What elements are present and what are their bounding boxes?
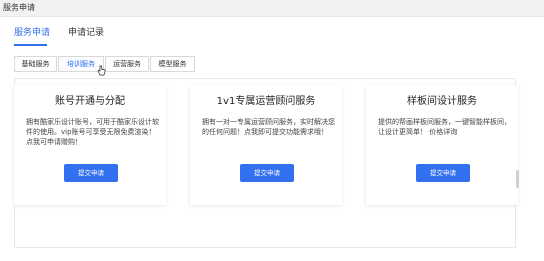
hand-pointer-icon — [97, 65, 106, 76]
card-description: 拥有酷家乐设计账号，可用于酷家乐设计软 件的使用。vip账号可享受无限免费渲染！… — [26, 117, 159, 147]
card-description: 拥有一对一专属运营顾问服务，实时解决您 的任何问题！点我即可提交功能需求哦！ — [202, 117, 335, 137]
card-desc-line: 的任何问题！点我即可提交功能需求哦！ — [202, 128, 328, 136]
card-title: 账号开通与分配 — [55, 96, 125, 107]
card-desc-line: 拥有一对一专属运营顾问服务，实时解决您 — [202, 118, 335, 126]
active-tab-underline — [14, 44, 47, 46]
tab-apply-records[interactable]: 申请记录 — [68, 27, 104, 39]
card-title: 样板间设计服务 — [407, 96, 477, 107]
scrollbar-thumb[interactable] — [516, 170, 519, 188]
window-titlebar: 服务申请 — [0, 0, 544, 17]
submit-apply-button-consultant[interactable]: 提交申请 — [240, 164, 294, 182]
card-desc-line: 提供的帮画样板间服务，一键智能样板间， — [378, 118, 511, 126]
subtab-operation-service[interactable]: 运营服务 — [105, 56, 149, 72]
service-card-showroom: 样板间设计服务 提供的帮画样板间服务，一键智能样板间， 让设计更简单！ 价格详询 — [366, 85, 518, 205]
card-desc-line: 点我可申请赠购！ — [26, 138, 82, 146]
card-title: 1v1专属运营顾问服务 — [216, 96, 316, 107]
subtab-basic-service[interactable]: 基础服务 — [14, 56, 57, 72]
card-desc-line: 拥有酷家乐设计账号，可用于酷家乐设计软 — [26, 118, 159, 126]
submit-apply-button-showroom[interactable]: 提交申请 — [416, 164, 470, 182]
main-tabs: 服务申请 申请记录 — [0, 17, 544, 47]
subtab-model-service[interactable]: 模型服务 — [150, 56, 195, 72]
card-desc-line: 让设计更简单！ 价格详询 — [378, 128, 458, 136]
service-card-consultant: 1v1专属运营顾问服务 拥有一对一专属运营顾问服务，实时解决您 的任何问题！点我… — [190, 85, 342, 205]
window-title: 服务申请 — [3, 3, 35, 12]
submit-apply-button-account[interactable]: 提交申请 — [64, 164, 118, 182]
card-description: 提供的帮画样板间服务，一键智能样板间， 让设计更简单！ 价格详询 — [378, 117, 511, 137]
card-desc-line: 件的使用。vip账号可享受无限免费渲染！ — [26, 128, 156, 136]
tab-service-apply[interactable]: 服务申请 — [14, 27, 50, 39]
service-card-account: 账号开通与分配 拥有酷家乐设计账号，可用于酷家乐设计软 件的使用。vip账号可享… — [14, 85, 166, 205]
